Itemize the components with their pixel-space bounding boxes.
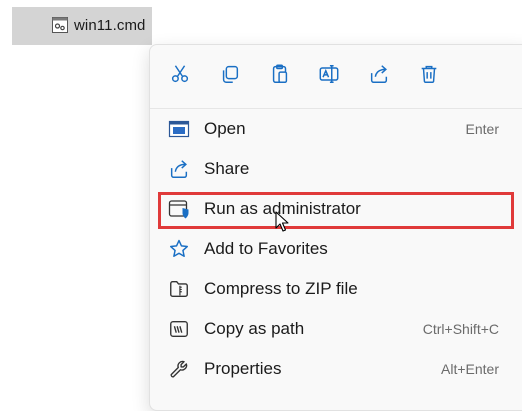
menu-item-shortcut: Ctrl+Shift+C xyxy=(422,321,499,337)
mouse-cursor-icon xyxy=(275,211,289,232)
menu-item-label: Properties xyxy=(204,359,282,378)
copy-icon[interactable] xyxy=(218,62,242,86)
zip-folder-icon xyxy=(168,278,190,300)
menu-item-label: Add to Favorites xyxy=(204,239,328,258)
selected-file[interactable]: win11.cmd xyxy=(12,7,152,45)
menu-item-copy-as-path[interactable]: Copy as path Ctrl+Shift+C xyxy=(154,311,522,347)
rename-icon[interactable] xyxy=(317,62,341,86)
menu-item-label: Open xyxy=(204,119,246,138)
highlight-box xyxy=(158,192,514,229)
menu-item-label: Share xyxy=(204,159,250,178)
menu-item-label: Compress to ZIP file xyxy=(204,279,358,298)
cmd-file-icon xyxy=(52,17,68,33)
menu-item-compress-to-zip[interactable]: Compress to ZIP file xyxy=(154,271,522,307)
menu-item-shortcut: Alt+Enter xyxy=(441,361,499,377)
menu-item-properties[interactable]: Properties Alt+Enter xyxy=(154,351,522,387)
context-menu-toolbar xyxy=(150,45,522,109)
menu-item-open[interactable]: Open Enter xyxy=(154,111,522,147)
menu-item-label: Copy as path xyxy=(204,319,305,338)
menu-item-shortcut: Enter xyxy=(465,121,499,137)
menu-item-add-to-favorites[interactable]: Add to Favorites xyxy=(154,231,522,267)
star-icon xyxy=(168,238,190,260)
copy-path-icon xyxy=(168,318,190,340)
paste-icon[interactable] xyxy=(268,62,292,86)
menu-item-share[interactable]: Share xyxy=(154,151,522,187)
share-icon xyxy=(168,158,190,180)
wrench-icon xyxy=(168,358,190,380)
file-name: win11.cmd xyxy=(74,17,146,34)
share-icon[interactable] xyxy=(367,62,391,86)
open-window-icon xyxy=(168,118,190,140)
delete-icon[interactable] xyxy=(417,62,441,86)
toolbar-divider xyxy=(150,108,522,109)
cut-icon[interactable] xyxy=(168,62,192,86)
